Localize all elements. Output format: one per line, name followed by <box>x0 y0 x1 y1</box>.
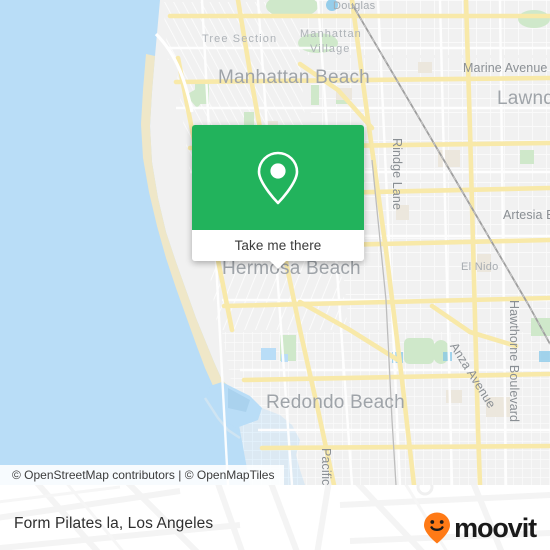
location-popup-card[interactable]: Take me there <box>192 125 364 269</box>
map-pin-icon <box>257 151 299 204</box>
map-screenshot: Tree Section Douglas Manhattan Village M… <box>0 0 550 550</box>
moovit-logo: moovit <box>422 511 537 545</box>
map-canvas[interactable]: Tree Section Douglas Manhattan Village M… <box>0 0 550 485</box>
popup-image-placeholder <box>192 125 364 230</box>
footer-bar: Form Pilates la, Los Angeles moovit <box>0 485 550 550</box>
popup-pointer-tail <box>270 261 286 269</box>
moovit-smiley-pin-icon <box>424 512 451 544</box>
take-me-there-button[interactable]: Take me there <box>192 230 364 261</box>
moovit-wordmark: moovit <box>454 512 537 543</box>
place-title: Form Pilates la, Los Angeles <box>14 515 214 532</box>
map-attribution[interactable]: © OpenStreetMap contributors | © OpenMap… <box>0 465 285 485</box>
